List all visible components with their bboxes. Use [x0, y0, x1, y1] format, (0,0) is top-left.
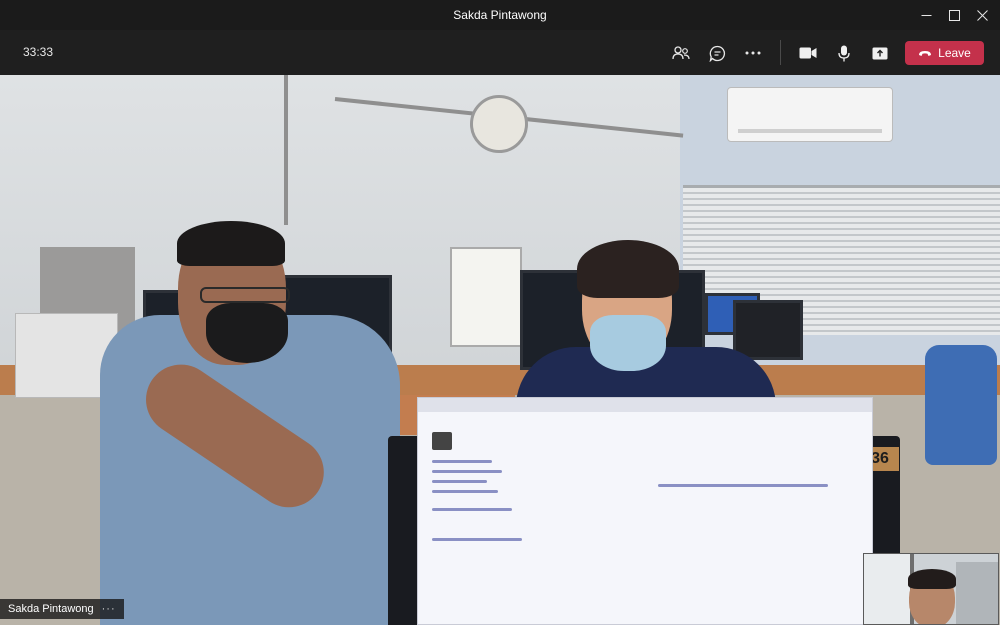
participant-name-label: Sakda Pintawong ··· [0, 599, 124, 619]
share-icon [872, 47, 888, 59]
participant-more-icon[interactable]: ··· [102, 603, 116, 615]
more-actions-button[interactable] [738, 38, 768, 68]
video-monitor-5 [733, 300, 803, 360]
chat-button[interactable] [702, 38, 732, 68]
video-chair [925, 345, 997, 465]
participant-name: Sakda Pintawong [8, 603, 94, 615]
meeting-window: Sakda Pintawong 33:33 Leave 36 Sakda Pin… [0, 0, 1000, 625]
video-screen-line [432, 508, 512, 511]
video-screen-line [432, 538, 522, 541]
leave-label: Leave [938, 46, 971, 60]
self-view-building [956, 562, 998, 624]
video-person-woman-mask [590, 315, 666, 371]
video-foreground-screen [417, 397, 873, 625]
chat-icon [709, 45, 725, 62]
self-view-window [864, 554, 914, 624]
video-pipe-vertical [284, 75, 288, 225]
more-icon [745, 51, 761, 55]
share-screen-button[interactable] [865, 38, 895, 68]
video-person-woman-hair [577, 240, 679, 298]
self-view-person-hair [908, 569, 956, 589]
camera-icon [799, 47, 817, 59]
camera-button[interactable] [793, 38, 823, 68]
meeting-toolbar: 33:33 Leave [0, 30, 1000, 75]
video-person-man-glasses [200, 287, 290, 303]
video-screen-line [432, 470, 502, 473]
toolbar-divider [780, 40, 781, 65]
hang-up-icon [919, 50, 932, 56]
window-title: Sakda Pintawong [453, 8, 547, 22]
video-screen-line [432, 460, 492, 463]
video-screen-line [432, 480, 487, 483]
video-fan [470, 95, 528, 153]
close-window-button[interactable] [964, 0, 1000, 30]
participants-button[interactable] [666, 38, 696, 68]
leave-button[interactable]: Leave [905, 41, 984, 65]
mic-icon [838, 45, 850, 61]
people-icon [672, 46, 690, 60]
video-screen-tabs [418, 398, 872, 412]
video-air-conditioner [727, 87, 893, 142]
video-screen-line [658, 484, 828, 487]
maximize-icon [948, 9, 960, 21]
meeting-timer: 33:33 [23, 45, 54, 59]
microphone-button[interactable] [829, 38, 859, 68]
video-whiteboard [450, 247, 522, 347]
title-bar: Sakda Pintawong [0, 0, 1000, 30]
video-screen-line [432, 490, 498, 493]
remote-video: 36 Sakda Pintawong ··· [0, 75, 1000, 625]
video-screen-line [432, 432, 452, 450]
video-person-man-mask [206, 303, 288, 363]
video-person-man-hair [177, 221, 285, 266]
close-icon [976, 9, 988, 21]
self-view-video[interactable] [863, 553, 999, 625]
minimize-icon [921, 14, 931, 16]
